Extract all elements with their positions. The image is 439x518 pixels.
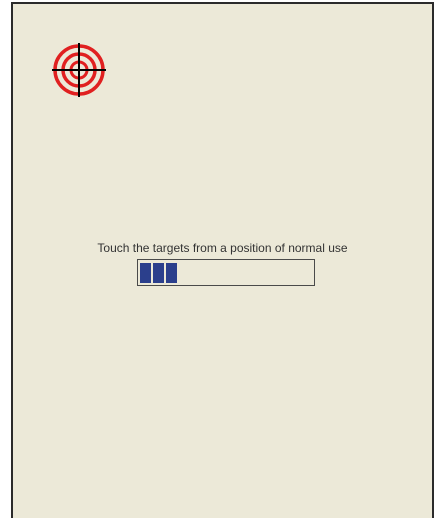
calibration-window: Touch the targets from a position of nor…	[11, 2, 434, 518]
instruction-text: Touch the targets from a position of nor…	[97, 241, 348, 255]
calibration-progress-bar	[137, 259, 315, 286]
crosshair-target-icon[interactable]	[51, 42, 107, 98]
progress-block	[153, 263, 164, 283]
progress-block	[140, 263, 151, 283]
progress-blocks	[140, 263, 177, 283]
progress-block	[166, 263, 177, 283]
